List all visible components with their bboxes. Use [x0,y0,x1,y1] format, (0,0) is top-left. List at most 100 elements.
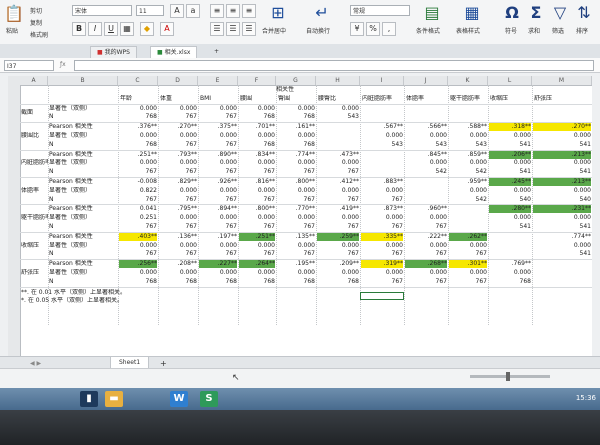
conditional-format-icon[interactable]: ▤ [422,3,442,22]
wps-spreadsheet-icon[interactable]: S [200,391,218,407]
n-cell[interactable]: 767 [119,196,157,204]
significance-cell[interactable]: 0.000 [277,214,315,222]
zoom-slider-handle[interactable] [506,372,510,381]
column-title-cell[interactable]: 腰臀比 [318,95,360,103]
sub-label-cell[interactable]: Pearson 相关性 [49,151,117,159]
significance-cell[interactable]: 0.000 [405,214,447,222]
significance-cell[interactable]: 0.000 [199,187,237,195]
n-cell[interactable]: 768 [239,141,275,149]
significance-cell[interactable]: 0.000 [199,269,237,277]
pearson-cell[interactable]: .270** [159,123,197,131]
tab-my-wps[interactable]: ■ 我的WPS [90,46,137,58]
significance-cell[interactable]: 0.000 [533,242,591,250]
significance-cell[interactable]: 0.000 [199,132,237,140]
significance-cell[interactable]: 0.000 [533,214,591,222]
font-size-select[interactable]: 11 [136,5,164,16]
pearson-cell[interactable]: .251** [239,232,275,241]
percent-icon[interactable]: % [366,22,380,36]
n-cell[interactable]: 767 [119,168,157,176]
explorer-icon[interactable]: ▮ [80,391,98,407]
pearson-cell[interactable]: .473** [317,151,359,159]
pearson-cell[interactable]: .566** [405,123,447,131]
significance-cell[interactable]: 0.000 [489,214,531,222]
pearson-cell[interactable]: .883** [361,178,403,186]
sub-label-cell[interactable]: Pearson 相关性 [49,178,117,186]
significance-cell[interactable]: 0.000 [199,214,237,222]
significance-cell[interactable]: 0.000 [199,159,237,167]
pearson-cell[interactable]: .209** [317,260,359,268]
spreadsheet-grid[interactable]: ABCDEFGHIJKLM 相关性 年龄 体重 BMI 腰围 臀围 腰臀比 内脏脂肪率 体脂率躯… [8,76,592,356]
pearson-cell[interactable]: .231** [533,205,591,214]
n-cell[interactable]: 767 [405,250,447,258]
n-cell[interactable]: 767 [361,250,403,258]
significance-cell[interactable]: 0.000 [317,242,359,250]
paste-button-label[interactable]: 粘贴 [6,26,18,35]
pearson-cell[interactable]: .136** [159,233,197,241]
n-cell[interactable]: 768 [277,141,315,149]
cut-button[interactable]: 剪切 [30,6,42,15]
significance-cell[interactable]: 0.000 [239,187,275,195]
significance-cell[interactable]: 0.000 [489,159,531,167]
pearson-cell[interactable]: .195** [277,260,315,268]
sub-label-cell[interactable]: Pearson 相关性 [49,205,117,213]
conditional-format-button[interactable]: 条件格式 [416,26,440,35]
name-box[interactable]: I37 [4,60,54,71]
font-color-icon[interactable]: A [160,22,174,36]
sort-icon[interactable]: ⇅ [574,3,594,22]
pearson-cell[interactable]: .376** [119,123,157,131]
significance-cell[interactable]: 0.000 [405,132,447,140]
column-header-l[interactable]: L [488,76,532,85]
pearson-cell[interactable] [361,151,403,159]
n-cell[interactable]: 767 [199,223,237,231]
merged-title-cell[interactable]: 相关性 [276,86,316,94]
n-cell[interactable]: 767 [159,113,197,121]
column-title-cell[interactable]: BMI [200,95,238,103]
sub-label-cell[interactable]: N [49,113,117,121]
n-cell[interactable]: 767 [405,223,447,231]
pearson-cell[interactable]: .873** [361,205,403,213]
sub-label-cell[interactable]: 显著性（双侧） [49,242,117,250]
row-label-cell[interactable]: 内脏脂肪率 [21,159,48,167]
significance-cell[interactable]: 0.000 [119,269,157,277]
pearson-cell[interactable]: .894** [199,205,237,213]
column-title-cell[interactable]: 臀围 [278,95,316,103]
n-cell[interactable]: 768 [159,278,197,286]
pearson-cell[interactable] [533,260,591,268]
n-cell[interactable]: 767 [277,250,315,258]
column-header-m[interactable]: M [532,76,592,85]
significance-cell[interactable]: 0.000 [317,269,359,277]
n-cell[interactable]: 767 [199,250,237,258]
pearson-cell[interactable]: .259** [317,232,359,241]
pearson-cell[interactable]: .588** [449,123,487,131]
significance-cell[interactable]: 0.000 [199,105,237,113]
significance-cell[interactable]: 0.000 [239,159,275,167]
n-cell[interactable]: 768 [239,113,275,121]
significance-cell[interactable]: 0.000 [277,159,315,167]
pearson-cell[interactable]: -0.008 [119,178,157,186]
sub-label-cell[interactable]: N [49,278,117,286]
column-title-cell[interactable]: 年龄 [120,95,158,103]
pearson-cell[interactable] [405,178,447,186]
n-cell[interactable]: 768 [119,113,157,121]
n-cell[interactable]: 541 [533,223,591,231]
significance-cell[interactable]: 0.000 [159,242,197,250]
column-header-h[interactable]: H [316,76,360,85]
column-title-cell[interactable]: 躯干脂肪率 [450,95,488,103]
table-style-button[interactable]: 表格样式 [456,26,480,35]
row-label-cell[interactable]: 体脂率 [21,187,48,195]
pearson-cell[interactable]: .256** [119,260,157,269]
pearson-cell[interactable]: .845** [405,151,447,159]
n-cell[interactable]: 768 [277,113,315,121]
pearson-cell[interactable]: .301** [449,260,487,269]
n-cell[interactable]: 543 [361,141,403,149]
thousands-icon[interactable]: , [382,22,396,36]
sum-button[interactable]: 求和 [528,26,540,35]
n-cell[interactable]: 768 [239,278,275,286]
n-cell[interactable]: 767 [119,250,157,258]
significance-cell[interactable]: 0.000 [277,269,315,277]
column-header-g[interactable]: G [276,76,316,85]
sub-label-cell[interactable]: Pearson 相关性 [49,123,117,131]
significance-cell[interactable]: 0.000 [159,269,197,277]
n-cell[interactable]: 767 [199,113,237,121]
n-cell[interactable]: 767 [159,250,197,258]
